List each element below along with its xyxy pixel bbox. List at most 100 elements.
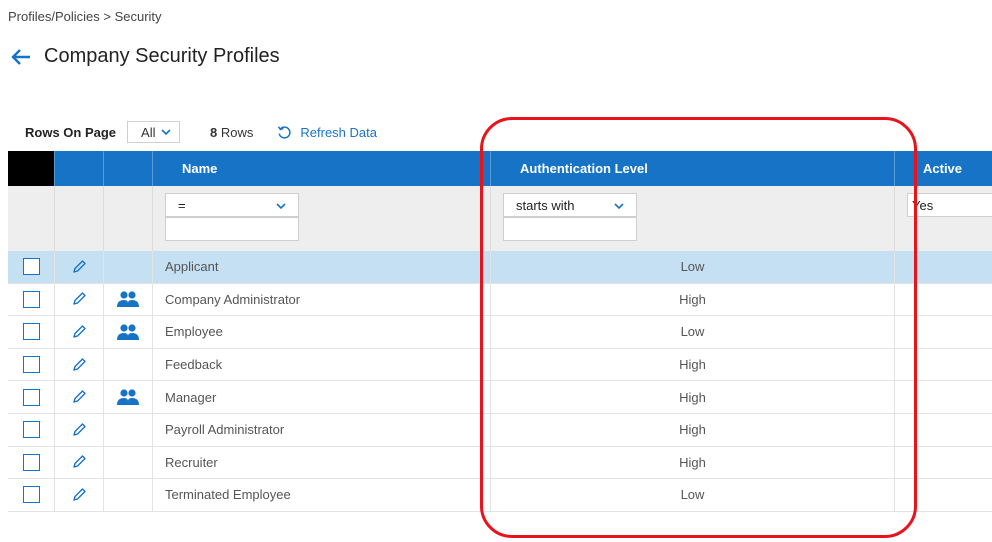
row-authentication-level-cell: Low	[491, 316, 895, 348]
active-filter-select[interactable]: Yes	[907, 193, 992, 217]
row-authentication-level-cell: High	[491, 348, 895, 381]
row-checkbox[interactable]	[22, 388, 40, 406]
row-active-cell	[895, 316, 992, 348]
row-checkbox[interactable]	[22, 258, 40, 276]
row-checkbox-cell	[8, 283, 55, 316]
profile-name: Company Administrator	[165, 291, 301, 307]
row-checkbox[interactable]	[22, 356, 40, 374]
row-authentication-level-cell: High	[491, 381, 895, 413]
profile-name: Terminated Employee	[165, 487, 291, 503]
row-name-cell: Recruiter	[153, 446, 491, 479]
authentication-level-column-header[interactable]: Authentication Level	[491, 151, 895, 186]
row-group-cell	[104, 316, 153, 348]
people-icon[interactable]	[115, 387, 141, 407]
row-group-cell	[104, 414, 153, 446]
active-filter-cell: Yes	[895, 186, 992, 251]
pencil-icon[interactable]	[71, 487, 87, 503]
filter-cell	[104, 186, 153, 251]
authentication-level-filter-input[interactable]	[503, 217, 637, 241]
profile-name: Feedback	[165, 357, 223, 373]
authentication-level-value: High	[679, 357, 706, 373]
row-active-cell	[895, 381, 992, 413]
row-authentication-level-cell: High	[491, 446, 895, 479]
row-edit-cell	[55, 446, 104, 479]
row-authentication-level-cell: High	[491, 283, 895, 316]
authentication-level-value: Low	[680, 487, 705, 503]
pencil-icon[interactable]	[71, 324, 87, 340]
profile-name: Payroll Administrator	[165, 422, 285, 438]
profile-name: Recruiter	[165, 454, 218, 470]
row-name-cell: Applicant	[153, 251, 491, 283]
row-edit-cell	[55, 381, 104, 413]
refresh-icon	[278, 125, 291, 139]
row-name-cell: Company Administrator	[153, 283, 491, 316]
row-name-cell: Manager	[153, 381, 491, 413]
table-row[interactable]: Terminated Employee Low	[8, 479, 992, 512]
grid-toolbar: Rows On Page All 8 Rows Refresh Data	[25, 121, 377, 143]
pencil-icon[interactable]	[71, 291, 87, 307]
name-filter-operator-value: =	[178, 197, 186, 213]
row-checkbox[interactable]	[22, 486, 40, 504]
row-authentication-level-cell: Low	[491, 251, 895, 283]
edit-column-header	[55, 151, 104, 186]
row-count-suffix: Rows	[217, 124, 254, 140]
name-column-label: Name	[182, 161, 218, 176]
rows-on-page-select[interactable]: All	[127, 121, 181, 143]
pencil-icon[interactable]	[71, 454, 87, 470]
name-filter-operator[interactable]: =	[165, 193, 299, 217]
people-icon[interactable]	[115, 322, 141, 342]
people-icon[interactable]	[115, 289, 141, 309]
table-row[interactable]: Manager High	[8, 381, 992, 414]
filter-row: = starts with Yes	[8, 186, 992, 251]
arrow-left-icon[interactable]	[10, 46, 32, 68]
refresh-data-button[interactable]: Refresh Data	[277, 125, 377, 140]
table-row[interactable]: Payroll Administrator High	[8, 414, 992, 447]
filter-cell	[8, 186, 55, 251]
rows-on-page-label: Rows On Page	[25, 124, 117, 140]
rows-on-page-value: All	[141, 124, 156, 140]
pencil-icon[interactable]	[71, 259, 87, 275]
active-column-header[interactable]: Active	[895, 151, 992, 186]
pencil-icon[interactable]	[71, 422, 87, 438]
chevron-down-icon	[161, 128, 172, 135]
row-checkbox-cell	[8, 381, 55, 413]
table-row[interactable]: Recruiter High	[8, 446, 992, 480]
chevron-down-icon	[614, 203, 624, 210]
authentication-level-value: Low	[680, 324, 705, 340]
table-row[interactable]: Feedback High	[8, 348, 992, 382]
name-filter-cell: =	[153, 186, 491, 251]
row-edit-cell	[55, 479, 104, 511]
pencil-icon[interactable]	[71, 357, 87, 373]
row-count: 8 Rows	[210, 125, 253, 140]
chevron-down-icon	[276, 203, 286, 210]
row-group-cell	[104, 283, 153, 316]
table-row[interactable]: Applicant Low	[8, 251, 992, 284]
row-active-cell	[895, 284, 992, 316]
row-checkbox[interactable]	[22, 290, 40, 308]
row-active-cell	[895, 251, 992, 283]
active-column-label: Active	[923, 161, 963, 176]
page-title: Company Security Profiles	[44, 45, 280, 67]
row-checkbox[interactable]	[22, 323, 40, 341]
name-filter-input[interactable]	[165, 217, 299, 241]
authentication-level-filter-operator[interactable]: starts with	[503, 193, 637, 217]
row-edit-cell	[55, 316, 104, 348]
pencil-icon[interactable]	[71, 389, 87, 405]
authentication-level-value: High	[679, 422, 706, 438]
row-checkbox-cell	[8, 446, 55, 479]
row-authentication-level-cell: High	[491, 414, 895, 446]
authentication-level-filter-operator-value: starts with	[516, 197, 575, 213]
table-row[interactable]: Company Administrator High	[8, 283, 992, 317]
profile-name: Employee	[165, 324, 223, 340]
name-column-header[interactable]: Name	[153, 151, 491, 186]
table-row[interactable]: Employee Low	[8, 316, 992, 349]
row-checkbox-cell	[8, 316, 55, 348]
active-filter-value: Yes	[912, 197, 934, 213]
row-edit-cell	[55, 414, 104, 446]
row-checkbox[interactable]	[22, 453, 40, 471]
select-all-header[interactable]	[8, 151, 55, 186]
row-active-cell	[895, 447, 992, 479]
profile-name: Manager	[165, 389, 217, 405]
row-edit-cell	[55, 251, 104, 283]
row-checkbox[interactable]	[22, 421, 40, 439]
